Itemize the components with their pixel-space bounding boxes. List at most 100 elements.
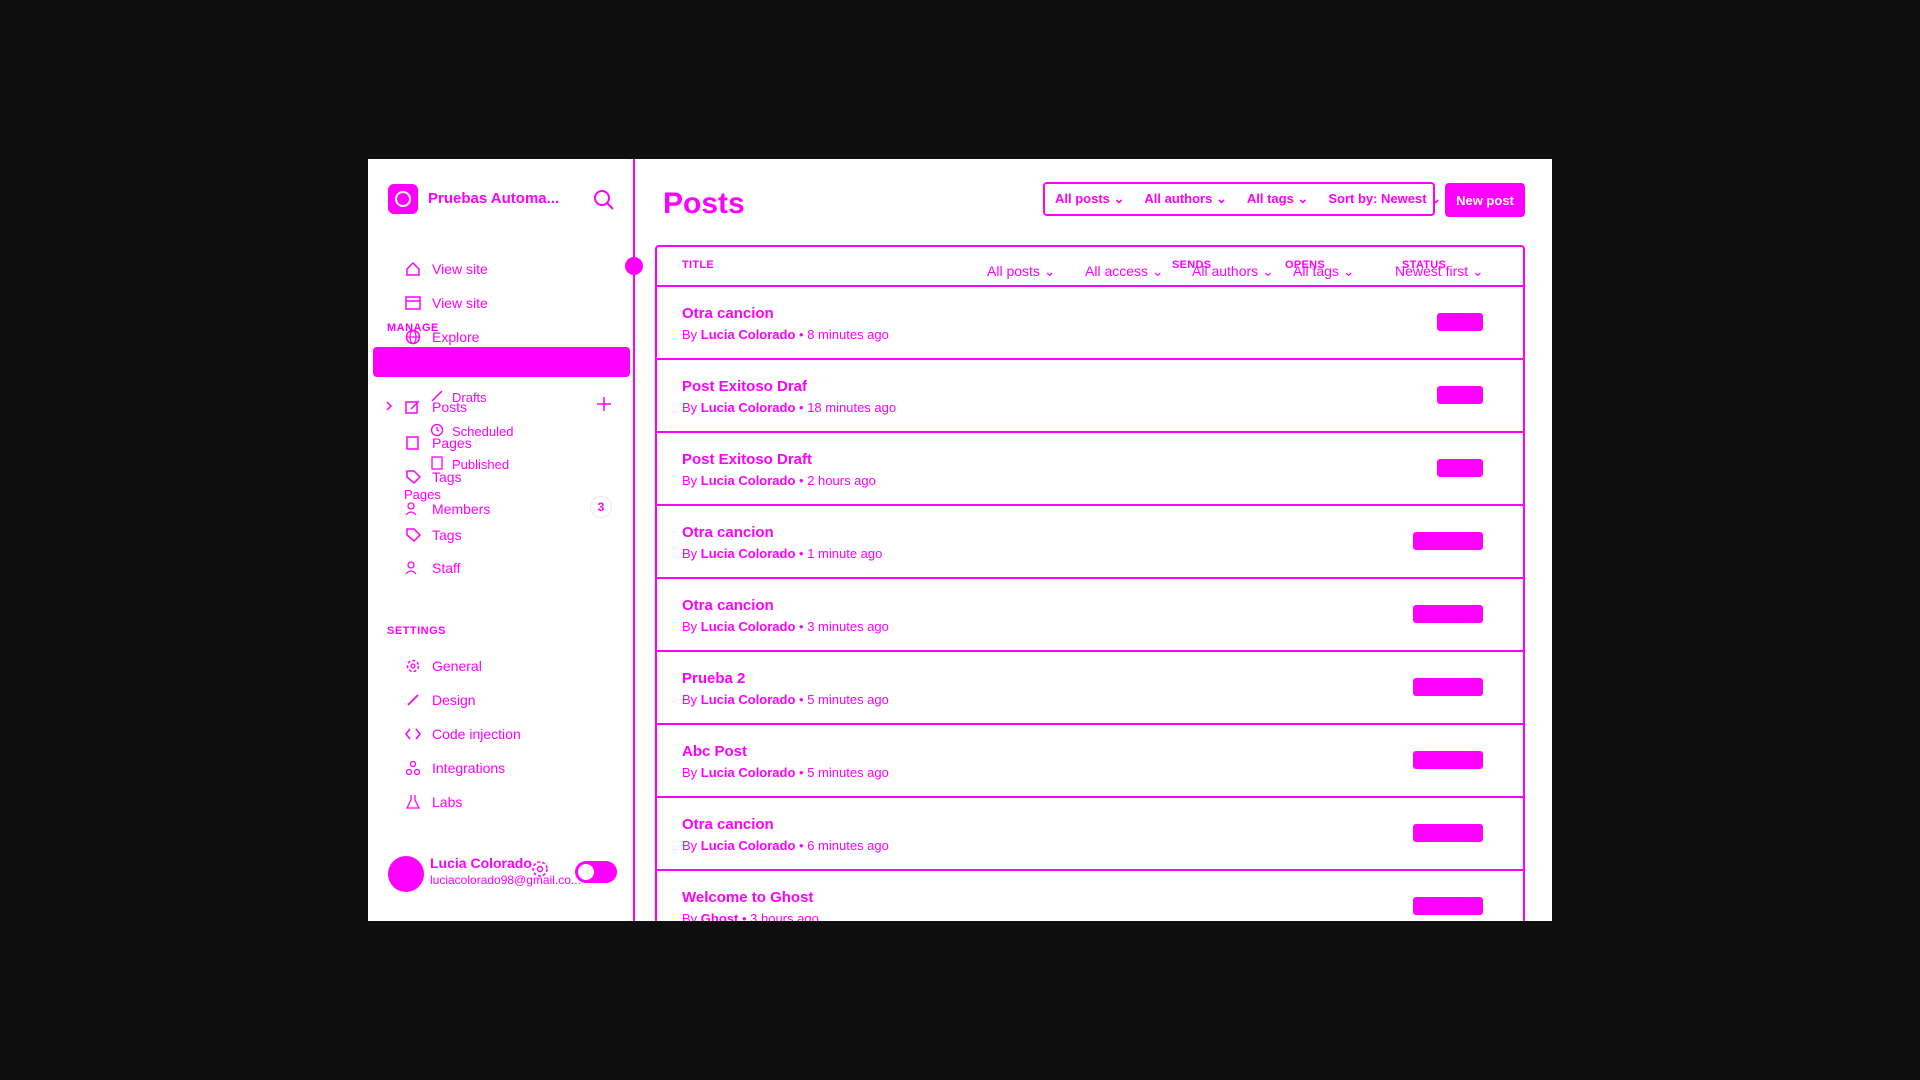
post-author[interactable]: Lucia Colorado — [701, 765, 796, 780]
nav-item-home[interactable]: View site — [404, 257, 488, 281]
filter-type[interactable]: All posts ⌄ — [1055, 191, 1124, 207]
by-label: By — [682, 400, 701, 415]
active-nav-highlight[interactable] — [373, 347, 630, 377]
head-filter-authors[interactable]: All authors ⌄ — [1192, 263, 1274, 280]
post-meta: By Lucia Colorado • 18 minutes ago — [682, 400, 896, 415]
by-label: By — [682, 692, 701, 707]
by-label: By — [682, 327, 701, 342]
status-badge: Draft — [1437, 313, 1483, 331]
filter-tag[interactable]: All tags ⌄ — [1247, 191, 1308, 207]
brand-logo[interactable] — [388, 184, 418, 214]
sidebar: Pruebas Automa... View site View site Ex… — [368, 159, 643, 921]
sidebar-item-staff[interactable]: Staff — [404, 556, 461, 580]
head-filter-sort[interactable]: Newest first ⌄ — [1395, 263, 1484, 280]
main-content: Posts All posts ⌄ All authors ⌄ All tags… — [635, 159, 1552, 921]
filter-author[interactable]: All authors ⌄ — [1144, 191, 1226, 207]
sidebar-item-tags-2[interactable]: Tags — [404, 523, 462, 547]
app-window: Pruebas Automa... View site View site Ex… — [368, 159, 1552, 921]
post-title[interactable]: Abc Post — [682, 743, 747, 760]
brand-title[interactable]: Pruebas Automa... — [428, 190, 568, 207]
sidebar-item-design[interactable]: Design — [404, 688, 476, 712]
sidebar-sub-drafts[interactable]: Drafts — [430, 389, 487, 405]
avatar[interactable] — [388, 856, 424, 892]
head-filter-tags[interactable]: All tags ⌄ — [1293, 263, 1355, 280]
search-icon[interactable] — [593, 189, 615, 211]
post-meta: By Lucia Colorado • 3 minutes ago — [682, 619, 889, 634]
post-title[interactable]: Post Exitoso Draf — [682, 378, 807, 395]
post-meta: By Lucia Colorado • 8 minutes ago — [682, 327, 889, 342]
post-time: 1 minute ago — [807, 546, 883, 561]
post-title[interactable]: Welcome to Ghost — [682, 889, 813, 906]
head-filter-posts[interactable]: All posts ⌄ — [987, 263, 1056, 280]
chevron-right-icon[interactable] — [384, 400, 394, 412]
sidebar-item-label: Code injection — [432, 726, 521, 742]
table-row[interactable]: Post Exitoso Draft By Lucia Colorado • 2 … — [657, 433, 1523, 506]
post-title[interactable]: Otra cancion — [682, 816, 774, 833]
user-email: luciacolorado98@gmail.co... — [430, 873, 581, 887]
col-title: TITLE — [682, 259, 715, 271]
new-post-button[interactable]: New post — [1445, 183, 1525, 217]
sidebar-item-integrations[interactable]: Integrations — [404, 756, 505, 780]
gear-icon[interactable] — [530, 859, 550, 879]
add-post-icon[interactable] — [595, 395, 613, 413]
sidebar-item-pages[interactable]: Pages — [404, 431, 472, 455]
post-author[interactable]: Lucia Colorado — [701, 400, 796, 415]
sidebar-item-code-injection[interactable]: Code injection — [404, 722, 521, 746]
meta-separator: • — [795, 327, 808, 342]
post-title[interactable]: Post Exitoso Draft — [682, 451, 812, 468]
sidebar-collapse-handle[interactable] — [625, 257, 643, 275]
post-time: 18 minutes ago — [807, 400, 897, 415]
code-icon — [404, 725, 422, 743]
sidebar-item-labs[interactable]: Labs — [404, 790, 462, 814]
table-row[interactable]: Otra cancion By Lucia Colorado • 3 minute… — [657, 579, 1523, 652]
post-time: 6 minutes ago — [807, 838, 889, 853]
by-label: By — [682, 765, 701, 780]
head-filter-access[interactable]: All access ⌄ — [1085, 263, 1164, 280]
posts-table: TITLE SENDS OPENS STATUS All posts ⌄ All… — [655, 245, 1525, 921]
post-author[interactable]: Lucia Colorado — [701, 838, 796, 853]
post-author[interactable]: Ghost — [701, 911, 739, 921]
nav-item-view-site[interactable]: View site — [404, 291, 488, 315]
sidebar-item-general[interactable]: General — [404, 654, 482, 678]
brush-icon — [404, 691, 422, 709]
table-row[interactable]: Post Exitoso Draf By Lucia Colorado • 18 … — [657, 360, 1523, 433]
status-badge: Published — [1413, 678, 1483, 696]
table-row[interactable]: Welcome to Ghost By Ghost • 3 hours ago Pu… — [657, 871, 1523, 921]
tag-icon — [404, 468, 422, 486]
table-row[interactable]: Abc Post By Lucia Colorado • 5 minutes ag… — [657, 725, 1523, 798]
post-title[interactable]: Prueba 2 — [682, 670, 745, 687]
meta-separator: • — [795, 400, 808, 415]
post-title[interactable]: Otra cancion — [682, 524, 774, 541]
post-author[interactable]: Lucia Colorado — [701, 546, 796, 561]
sidebar-item-label: Tags — [432, 469, 462, 485]
post-time: 5 minutes ago — [807, 765, 889, 780]
post-title[interactable]: Otra cancion — [682, 305, 774, 322]
post-title[interactable]: Otra cancion — [682, 597, 774, 614]
sidebar-item-tags[interactable]: Tags — [404, 465, 462, 489]
post-author[interactable]: Lucia Colorado — [701, 619, 796, 634]
by-label: By — [682, 911, 701, 921]
post-author[interactable]: Lucia Colorado — [701, 327, 796, 342]
table-row[interactable]: Otra cancion By Lucia Colorado • 1 minute… — [657, 506, 1523, 579]
page-title: Posts — [663, 187, 745, 220]
by-label: By — [682, 546, 701, 561]
integrations-icon — [404, 759, 422, 777]
sidebar-item-label: Design — [432, 692, 476, 708]
filter-sort[interactable]: Sort by: Newest ⌄ — [1328, 191, 1441, 207]
table-row[interactable]: Otra cancion By Lucia Colorado • 6 minute… — [657, 798, 1523, 871]
tag-icon — [404, 526, 422, 544]
theme-toggle[interactable] — [575, 861, 617, 883]
sidebar-item-label: Members — [432, 501, 491, 517]
sidebar-sub-pages[interactable]: Pages — [404, 487, 441, 502]
sidebar-sub-label: Pages — [404, 487, 441, 502]
sidebar-item-label: Tags — [432, 527, 462, 543]
meta-separator: • — [795, 473, 808, 488]
post-time: 5 minutes ago — [807, 692, 889, 707]
table-row[interactable]: Prueba 2 By Lucia Colorado • 5 minutes ag… — [657, 652, 1523, 725]
table-row[interactable]: Otra cancion By Lucia Colorado • 8 minute… — [657, 287, 1523, 360]
post-time: 8 minutes ago — [807, 327, 889, 342]
post-author[interactable]: Lucia Colorado — [701, 692, 796, 707]
user-name[interactable]: Lucia Colorado — [430, 855, 532, 871]
post-author[interactable]: Lucia Colorado — [701, 473, 796, 488]
meta-separator: • — [795, 692, 808, 707]
